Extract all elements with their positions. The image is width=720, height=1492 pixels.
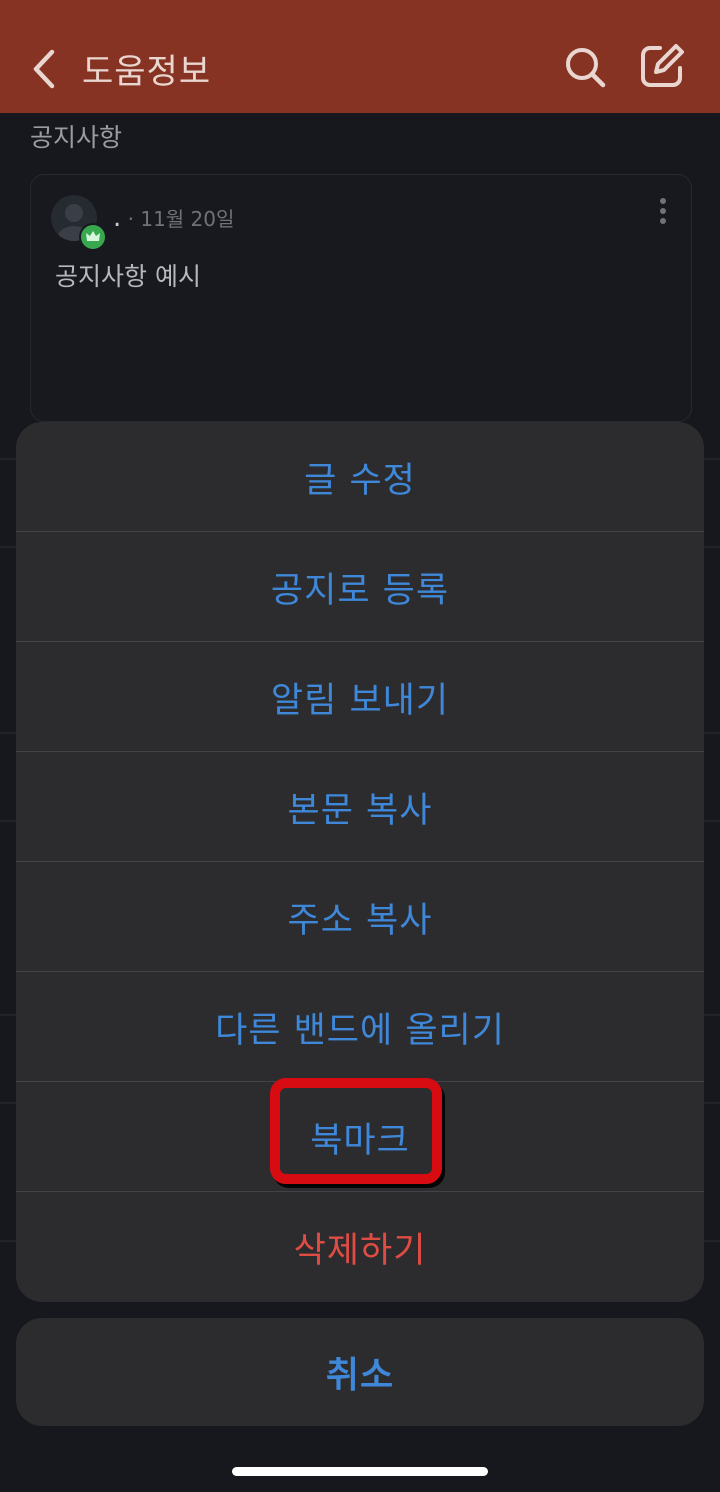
post-body: 공지사항 예시 (55, 262, 201, 291)
share-to-other-band-button[interactable]: 다른 밴드에 올리기 (16, 972, 704, 1082)
post-author: . (113, 203, 122, 233)
post-meta: . · 11월 20일 (113, 203, 234, 233)
crown-badge-icon (79, 223, 107, 251)
post-card[interactable]: . · 11월 20일 공지사항 예시 (30, 174, 692, 422)
section-title: 공지사항 (30, 123, 123, 152)
search-icon[interactable] (562, 44, 608, 90)
edit-post-button[interactable]: 글 수정 (16, 422, 704, 532)
compose-icon[interactable] (638, 42, 686, 90)
copy-body-button[interactable]: 본문 복사 (16, 752, 704, 862)
cancel-button[interactable]: 취소 (16, 1318, 704, 1426)
more-options-icon[interactable] (657, 197, 669, 227)
app-header: 도움정보 (0, 0, 720, 113)
delete-button[interactable]: 삭제하기 (16, 1192, 704, 1302)
copy-address-button[interactable]: 주소 복사 (16, 862, 704, 972)
post-date: · 11월 20일 (127, 207, 235, 231)
page-title: 도움정보 (82, 52, 212, 92)
back-arrow-icon[interactable] (26, 46, 62, 92)
home-indicator[interactable] (232, 1467, 488, 1476)
send-notification-button[interactable]: 알림 보내기 (16, 642, 704, 752)
register-notice-button[interactable]: 공지로 등록 (16, 532, 704, 642)
bookmark-highlight-box (270, 1078, 442, 1184)
